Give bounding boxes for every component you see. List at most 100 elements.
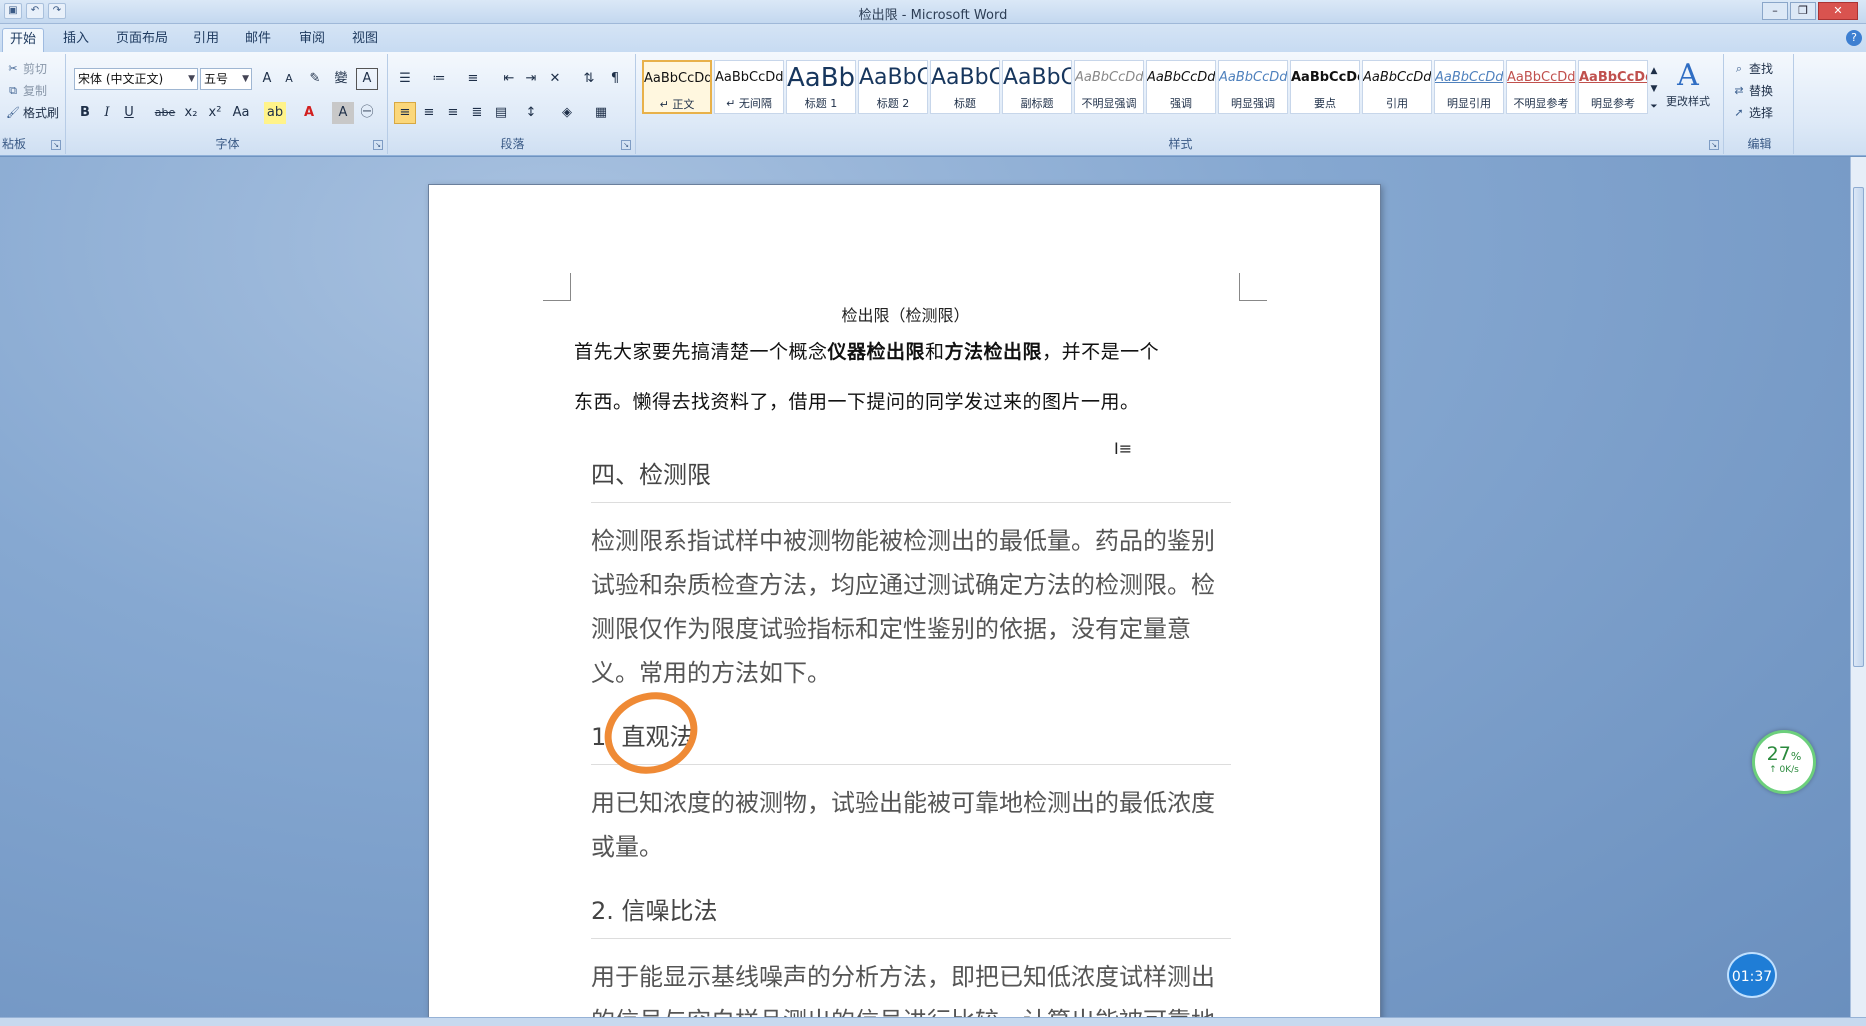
grow-font-button[interactable]: A xyxy=(256,68,278,90)
tab-view[interactable]: 视图 xyxy=(347,28,383,52)
minimize-button[interactable]: – xyxy=(1762,2,1788,20)
change-styles-button[interactable]: A 更改样式 xyxy=(1666,58,1710,109)
char-shading-icon[interactable]: A xyxy=(332,102,354,124)
clipboard-group: ✂ 剪切 ⧉ 复制 🖌 格式刷 粘板 ↘ xyxy=(0,54,66,154)
style-sample: AaBbCcDd xyxy=(1147,70,1215,85)
sort-icon[interactable]: ⇅ xyxy=(578,68,600,90)
style-sample: AaBbCcDd xyxy=(1507,70,1575,85)
paragraph-group-label: 段落 xyxy=(500,137,525,151)
style-item[interactable]: AaBbCcDd 不明显强调 xyxy=(1074,60,1144,114)
gallery-down-icon[interactable]: ▼ xyxy=(1646,78,1662,96)
change-case-button[interactable]: Aa xyxy=(228,102,254,124)
restore-button[interactable]: ❐ xyxy=(1790,2,1816,20)
subscript-button[interactable]: x₂ xyxy=(180,102,202,124)
style-item[interactable]: AaBbCcDd 要点 xyxy=(1290,60,1360,114)
tab-page-layout[interactable]: 页面布局 xyxy=(112,28,172,52)
align-right-button[interactable]: ≡ xyxy=(442,102,464,124)
tab-home[interactable]: 开始 xyxy=(2,28,44,52)
gallery-up-icon[interactable]: ▲ xyxy=(1646,60,1662,78)
phonetic-guide-icon[interactable]: 變 xyxy=(330,68,352,90)
highlight-icon[interactable]: ab xyxy=(264,102,286,124)
speed-pct-unit: % xyxy=(1790,750,1802,763)
title-bar: ▣ ↶ ↷ 检出限 - Microsoft Word – ❐ ✕ xyxy=(0,0,1866,24)
font-name-combo[interactable]: 宋体 (中文正文) ▼ xyxy=(74,68,198,90)
bold-button[interactable]: B xyxy=(74,102,96,124)
decrease-indent-icon[interactable]: ⇤ xyxy=(498,68,520,90)
style-sample: AaBbC xyxy=(1003,65,1071,90)
vertical-scrollbar[interactable] xyxy=(1850,157,1866,1017)
document-page[interactable]: 检出限（检测限） 首先大家要先搞清楚一个概念仪器检出限和方法检出限，并不是一个 … xyxy=(428,184,1381,1026)
tab-insert[interactable]: 插入 xyxy=(58,28,94,52)
style-name: 要点 xyxy=(1314,97,1336,110)
paragraph-launcher-icon[interactable]: ↘ xyxy=(621,140,631,150)
select-button[interactable]: ➚ 选择 xyxy=(1732,104,1773,121)
char-border-icon[interactable]: A xyxy=(356,68,378,90)
style-item[interactable]: AaBbCcDd 不明显参考 xyxy=(1506,60,1576,114)
style-item[interactable]: AaBbCcDd ↵ 正文 xyxy=(642,60,712,114)
copy-button[interactable]: ⧉ 复制 xyxy=(6,82,47,99)
find-button[interactable]: ⌕ 查找 xyxy=(1732,60,1773,77)
shading-icon[interactable]: ◈ xyxy=(556,102,578,124)
editing-group-label: 编辑 xyxy=(1747,137,1772,151)
style-item[interactable]: AaBbCcDd 明显引用 xyxy=(1434,60,1504,114)
cut-button[interactable]: ✂ 剪切 xyxy=(6,60,47,77)
show-marks-icon[interactable]: ¶ xyxy=(604,68,626,90)
style-name: 强调 xyxy=(1170,97,1192,110)
increase-indent-icon[interactable]: ⇥ xyxy=(520,68,542,90)
tab-review[interactable]: 审阅 xyxy=(294,28,330,52)
style-item[interactable]: AaBbCcDd 明显强调 xyxy=(1218,60,1288,114)
style-name: 标题 xyxy=(954,97,976,110)
clear-format-icon[interactable]: ✎ xyxy=(304,68,326,90)
scrollbar-thumb[interactable] xyxy=(1853,187,1864,667)
strikethrough-button[interactable]: abe xyxy=(152,102,178,124)
status-bar xyxy=(0,1017,1866,1026)
numbering-icon[interactable]: ≔ xyxy=(428,68,450,90)
borders-icon[interactable]: ▦ xyxy=(590,102,612,124)
font-color-icon[interactable]: A xyxy=(298,102,320,124)
image-heading-1: 四、检测限 xyxy=(591,455,1231,503)
replace-button[interactable]: ⇄ 替换 xyxy=(1732,82,1773,99)
shrink-font-button[interactable]: A xyxy=(278,68,300,90)
asian-layout-icon[interactable]: ✕ xyxy=(544,68,566,90)
style-item[interactable]: AaBbCcDd 引用 xyxy=(1362,60,1432,114)
font-launcher-icon[interactable]: ↘ xyxy=(373,140,383,150)
superscript-button[interactable]: x² xyxy=(204,102,226,124)
align-center-button[interactable]: ≡ xyxy=(418,102,440,124)
tab-mailings[interactable]: 邮件 xyxy=(240,28,276,52)
bullets-icon[interactable]: ☰ xyxy=(394,68,416,90)
style-item[interactable]: AaBbC 标题 2 xyxy=(858,60,928,114)
justify-button[interactable]: ≣ xyxy=(466,102,488,124)
style-name: 标题 2 xyxy=(876,97,910,110)
style-item[interactable]: AaBbCcDd 强调 xyxy=(1146,60,1216,114)
network-speed-widget[interactable]: 27% ↑ 0K/s xyxy=(1752,730,1816,794)
enclose-char-icon[interactable]: ㊀ xyxy=(356,102,378,124)
format-painter-button[interactable]: 🖌 格式刷 xyxy=(6,104,59,121)
multilevel-list-icon[interactable]: ≡ xyxy=(462,68,484,90)
styles-launcher-icon[interactable]: ↘ xyxy=(1709,140,1719,150)
close-button[interactable]: ✕ xyxy=(1818,2,1858,20)
scissors-icon: ✂ xyxy=(8,61,18,75)
align-left-button[interactable]: ≡ xyxy=(394,102,416,124)
recording-timer[interactable]: 01:37 xyxy=(1727,952,1777,998)
style-item[interactable]: AaBbC 标题 xyxy=(930,60,1000,114)
font-size-combo[interactable]: 五号 ▼ xyxy=(200,68,252,90)
find-label: 查找 xyxy=(1749,62,1774,76)
italic-button[interactable]: I xyxy=(96,102,118,124)
clipboard-launcher-icon[interactable]: ↘ xyxy=(51,140,61,150)
tab-references[interactable]: 引用 xyxy=(188,28,224,52)
chevron-down-icon: ▼ xyxy=(188,74,195,84)
para1-text-c: 和 xyxy=(925,341,945,363)
style-item[interactable]: AaBb 标题 1 xyxy=(786,60,856,114)
help-icon[interactable]: ? xyxy=(1846,30,1862,46)
gallery-more-icon[interactable]: ⏷ xyxy=(1646,96,1662,114)
line-spacing-icon[interactable]: ↕ xyxy=(520,102,542,124)
style-sample: AaBbCcDd xyxy=(1435,70,1503,85)
style-item[interactable]: AaBbC 副标题 xyxy=(1002,60,1072,114)
distribute-button[interactable]: ▤ xyxy=(490,102,512,124)
copy-icon: ⧉ xyxy=(9,83,17,97)
style-item[interactable]: AaBbCcDd 明显参考 xyxy=(1578,60,1648,114)
document-title: 检出限（检测限） xyxy=(841,306,970,325)
style-item[interactable]: AaBbCcDd ↵ 无间隔 xyxy=(714,60,784,114)
style-sample: AaBbC xyxy=(931,65,999,90)
underline-button[interactable]: U xyxy=(118,102,140,124)
